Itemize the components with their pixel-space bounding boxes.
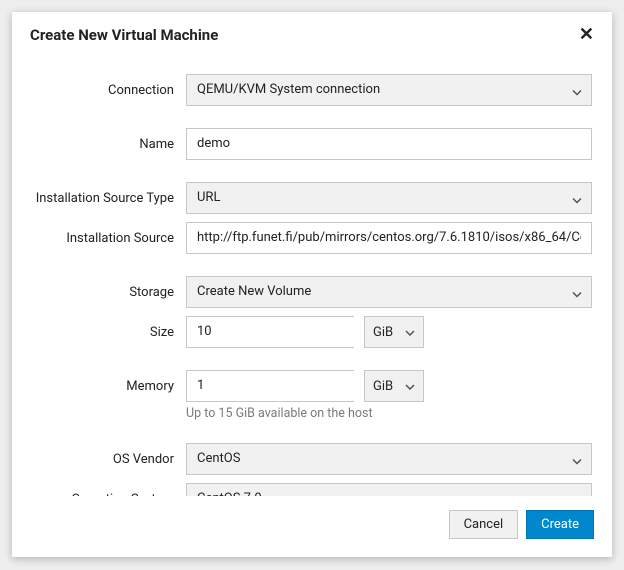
dialog-header: Create New Virtual Machine ✕: [12, 12, 612, 52]
source-type-select-value: URL: [186, 182, 592, 214]
row-source: Installation Source: [32, 222, 592, 254]
dialog-body: Connection QEMU/KVM System connection Na…: [12, 52, 612, 496]
row-name: Name: [32, 128, 592, 160]
row-source-type: Installation Source Type URL: [32, 182, 592, 214]
memory-input[interactable]: [187, 371, 373, 401]
size-unit-select[interactable]: GiB: [364, 316, 424, 348]
label-size: Size: [32, 325, 186, 340]
storage-select[interactable]: Create New Volume: [186, 276, 592, 308]
row-size: Size ▲ ▼ GiB: [32, 316, 592, 348]
row-os: Operating System CentOS 7.0: [32, 483, 592, 496]
os-vendor-select[interactable]: CentOS: [186, 443, 592, 475]
source-type-select[interactable]: URL: [186, 182, 592, 214]
cancel-button[interactable]: Cancel: [449, 510, 519, 539]
dialog-footer: Cancel Create: [12, 496, 612, 557]
chevron-down-icon: [405, 325, 415, 340]
storage-select-value: Create New Volume: [186, 276, 592, 308]
size-unit-value: GiB: [373, 325, 393, 340]
label-source: Installation Source: [32, 231, 186, 246]
create-vm-dialog: Create New Virtual Machine ✕ Connection …: [12, 12, 612, 557]
name-input[interactable]: [186, 128, 592, 160]
label-os-vendor: OS Vendor: [32, 452, 186, 467]
memory-unit-value: GiB: [373, 379, 393, 394]
size-input[interactable]: [187, 317, 373, 347]
row-memory-hint: Up to 15 GiB available on the host: [32, 406, 592, 421]
row-memory: Memory ▲ ▼ GiB: [32, 370, 592, 402]
label-name: Name: [32, 137, 186, 152]
os-select-value: CentOS 7.0: [186, 483, 592, 496]
label-source-type: Installation Source Type: [32, 191, 186, 206]
memory-hint: Up to 15 GiB available on the host: [186, 406, 373, 421]
dialog-title: Create New Virtual Machine: [30, 26, 218, 44]
create-button[interactable]: Create: [526, 510, 594, 539]
row-connection: Connection QEMU/KVM System connection: [32, 74, 592, 106]
label-storage: Storage: [32, 285, 186, 300]
row-os-vendor: OS Vendor CentOS: [32, 443, 592, 475]
chevron-down-icon: [405, 379, 415, 394]
label-connection: Connection: [32, 83, 186, 98]
connection-select[interactable]: QEMU/KVM System connection: [186, 74, 592, 106]
os-select[interactable]: CentOS 7.0: [186, 483, 592, 496]
size-stepper[interactable]: ▲ ▼: [186, 316, 354, 348]
source-input[interactable]: [186, 222, 592, 254]
label-memory: Memory: [32, 379, 186, 394]
row-storage: Storage Create New Volume: [32, 276, 592, 308]
close-icon[interactable]: ✕: [579, 26, 594, 44]
connection-select-value: QEMU/KVM System connection: [186, 74, 592, 106]
memory-stepper[interactable]: ▲ ▼: [186, 370, 354, 402]
os-vendor-select-value: CentOS: [186, 443, 592, 475]
memory-unit-select[interactable]: GiB: [364, 370, 424, 402]
